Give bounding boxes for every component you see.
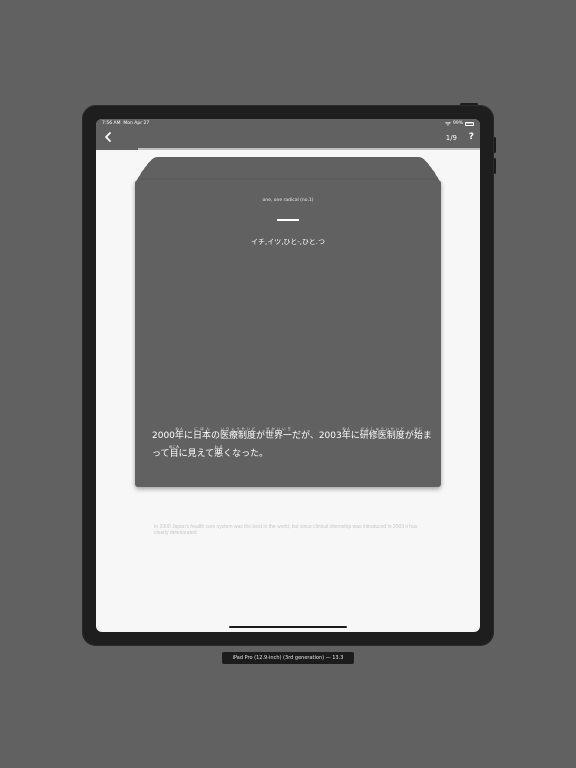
sentence-word: 日本にほん (192, 427, 211, 441)
flashcard[interactable]: one, one radical (no.1) イチ,イツ,ひと-,ひと.つ 2… (135, 180, 441, 536)
battery-percent: 99% (452, 121, 463, 126)
sentence-word: 年ねん (174, 427, 184, 441)
sentence-text: に見えて (178, 449, 215, 459)
progress-fill (96, 148, 139, 150)
sentence-word: 始はじ (413, 427, 423, 441)
navigation-bar: 7:56 AM Mon Apr 27 99% 1/9 ? (96, 119, 480, 149)
card-counter: 1/9 (445, 134, 457, 142)
kanji-character (277, 219, 299, 221)
sentence-text: が (404, 431, 414, 441)
sentence-word: 研修医制度けんしゅういせいど (359, 427, 405, 441)
sentence-word: 悪わる (214, 445, 224, 459)
sentence-text: に (183, 431, 193, 441)
sentence-word: 年ねん (341, 427, 351, 441)
back-chevron-icon[interactable] (102, 131, 114, 143)
sentence-text: の (210, 431, 220, 441)
sentence-text: に (350, 431, 360, 441)
furigana: めにみ (168, 445, 180, 449)
progress-bar (96, 148, 480, 150)
screen: 7:56 AM Mon Apr 27 99% 1/9 ? one, one ra… (96, 119, 480, 632)
status-clock: 7:56 AM (102, 121, 121, 126)
kanji-readings: イチ,イツ,ひと-,ひと.つ (250, 238, 325, 246)
help-button[interactable]: ? (469, 132, 474, 142)
example-sentence: 2000年ねんに日本にほんの医療制度いりょうせいどが世界一せかいいちだが、200… (152, 427, 437, 463)
home-indicator[interactable] (229, 626, 347, 628)
furigana: けんしゅういせいど (359, 427, 405, 431)
sentence-text: が (255, 431, 265, 441)
furigana: ねん (341, 427, 351, 431)
furigana: わる (214, 445, 224, 449)
sentence-text: だが、2003 (292, 431, 342, 441)
status-date: Mon Apr 27 (123, 121, 150, 126)
sentence-word: 医療制度いりょうせいど (219, 427, 256, 441)
status-indicators: 99% (445, 121, 474, 126)
furigana: はじ (413, 427, 423, 431)
furigana: せかいいち (265, 427, 292, 431)
furigana: にほん (192, 427, 211, 431)
wifi-icon (445, 121, 451, 126)
sentence-word: 世界一せかいいち (265, 427, 293, 441)
sentence-text: 2000 (152, 431, 175, 441)
sentence-word: 目めにみ (168, 445, 180, 459)
furigana: いりょうせいど (219, 427, 256, 431)
furigana: ねん (174, 427, 184, 431)
status-time: 7:56 AM Mon Apr 27 (102, 121, 149, 126)
kanji-meaning: one, one radical (no.1) (262, 198, 314, 203)
battery-icon (465, 121, 474, 126)
sentence-text: くなった。 (223, 449, 269, 459)
device-label: iPad Pro (12.9-inch) (3rd generation) — … (222, 652, 354, 664)
example-translation: In 2000 Japan's health care system was t… (154, 524, 418, 536)
